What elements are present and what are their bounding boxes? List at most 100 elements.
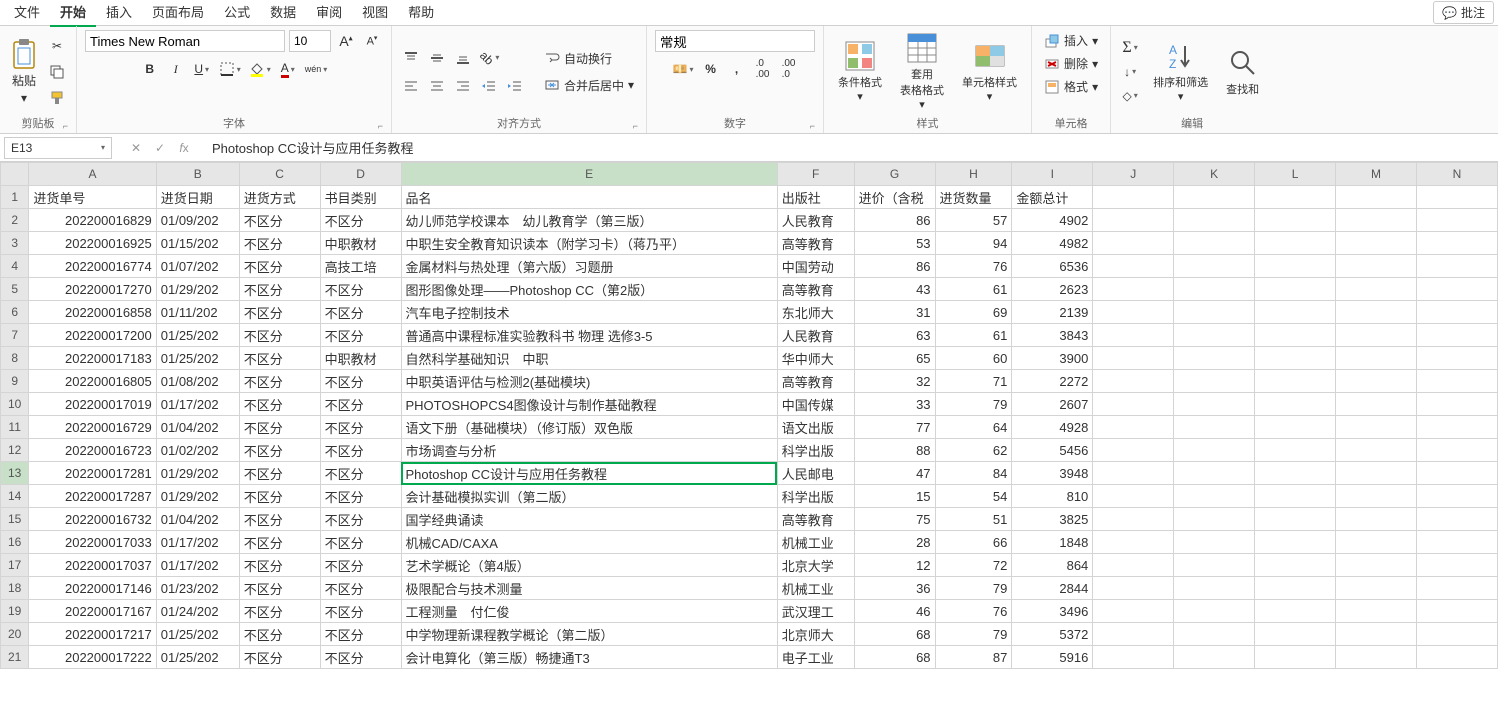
cell-E12[interactable]: 市场调查与分析 (401, 439, 777, 462)
cell-C21[interactable]: 不区分 (239, 646, 320, 669)
cell-F17[interactable]: 北京大学 (777, 554, 854, 577)
decrease-decimal-button[interactable]: .00.0 (778, 58, 800, 80)
col-header-F[interactable]: F (777, 163, 854, 186)
bold-button[interactable]: B (139, 58, 161, 80)
cell-C9[interactable]: 不区分 (239, 370, 320, 393)
cell-M12[interactable] (1336, 439, 1417, 462)
cell-A13[interactable]: 202200017281 (29, 462, 156, 485)
cell-I3[interactable]: 4982 (1012, 232, 1093, 255)
cell-A9[interactable]: 202200016805 (29, 370, 156, 393)
cell-L2[interactable] (1255, 209, 1336, 232)
cell-K1[interactable] (1174, 186, 1255, 209)
autosum-button[interactable]: Σ▾ (1119, 37, 1141, 59)
col-header-E[interactable]: E (401, 163, 777, 186)
row-header-3[interactable]: 3 (1, 232, 29, 255)
cell-E19[interactable]: 工程测量 付仁俊 (401, 600, 777, 623)
cell-G1[interactable]: 进价（含税 (854, 186, 935, 209)
cell-F21[interactable]: 电子工业 (777, 646, 854, 669)
cell-L15[interactable] (1255, 508, 1336, 531)
cell-D20[interactable]: 不区分 (320, 623, 401, 646)
cell-L9[interactable] (1255, 370, 1336, 393)
cell-K7[interactable] (1174, 324, 1255, 347)
dialog-launcher-icon[interactable]: ⌐ (810, 121, 815, 131)
cell-D2[interactable]: 不区分 (320, 209, 401, 232)
cell-M15[interactable] (1336, 508, 1417, 531)
cut-button[interactable]: ✂ (46, 35, 68, 57)
cell-B20[interactable]: 01/25/202 (156, 623, 239, 646)
cell-G10[interactable]: 33 (854, 393, 935, 416)
cell-F1[interactable]: 出版社 (777, 186, 854, 209)
font-color-button[interactable]: A▾ (277, 58, 299, 80)
menu-item-8[interactable]: 帮助 (398, 0, 444, 27)
cell-F19[interactable]: 武汉理工 (777, 600, 854, 623)
cell-D12[interactable]: 不区分 (320, 439, 401, 462)
cell-L12[interactable] (1255, 439, 1336, 462)
cell-A17[interactable]: 202200017037 (29, 554, 156, 577)
cell-A7[interactable]: 202200017200 (29, 324, 156, 347)
cell-C20[interactable]: 不区分 (239, 623, 320, 646)
cell-A8[interactable]: 202200017183 (29, 347, 156, 370)
cell-C3[interactable]: 不区分 (239, 232, 320, 255)
cell-G17[interactable]: 12 (854, 554, 935, 577)
cell-H11[interactable]: 64 (935, 416, 1012, 439)
cell-E2[interactable]: 幼儿师范学校课本 幼儿教育学（第三版） (401, 209, 777, 232)
cell-N12[interactable] (1416, 439, 1497, 462)
cell-K12[interactable] (1174, 439, 1255, 462)
cell-B16[interactable]: 01/17/202 (156, 531, 239, 554)
increase-indent-button[interactable] (504, 75, 526, 97)
cell-N7[interactable] (1416, 324, 1497, 347)
cell-A1[interactable]: 进货单号 (29, 186, 156, 209)
cell-N13[interactable] (1416, 462, 1497, 485)
cell-D17[interactable]: 不区分 (320, 554, 401, 577)
cell-D9[interactable]: 不区分 (320, 370, 401, 393)
cell-H3[interactable]: 94 (935, 232, 1012, 255)
cell-L1[interactable] (1255, 186, 1336, 209)
cell-L21[interactable] (1255, 646, 1336, 669)
cell-B8[interactable]: 01/25/202 (156, 347, 239, 370)
cell-J19[interactable] (1093, 600, 1174, 623)
cell-N14[interactable] (1416, 485, 1497, 508)
cell-K17[interactable] (1174, 554, 1255, 577)
dialog-launcher-icon[interactable]: ⌐ (63, 121, 68, 131)
format-painter-button[interactable] (46, 87, 68, 109)
cell-N5[interactable] (1416, 278, 1497, 301)
cell-E20[interactable]: 中学物理新课程教学概论（第二版） (401, 623, 777, 646)
menu-item-3[interactable]: 页面布局 (142, 0, 214, 27)
sort-filter-button[interactable]: AZ 排序和筛选▾ (1147, 38, 1214, 105)
cell-L7[interactable] (1255, 324, 1336, 347)
cell-F4[interactable]: 中国劳动 (777, 255, 854, 278)
cell-M18[interactable] (1336, 577, 1417, 600)
menu-item-1[interactable]: 开始 (50, 0, 96, 27)
cell-I6[interactable]: 2139 (1012, 301, 1093, 324)
cell-style-button[interactable]: 单元格样式▾ (956, 38, 1023, 105)
cell-H15[interactable]: 51 (935, 508, 1012, 531)
cell-B10[interactable]: 01/17/202 (156, 393, 239, 416)
col-header-A[interactable]: A (29, 163, 156, 186)
col-header-N[interactable]: N (1416, 163, 1497, 186)
cell-J18[interactable] (1093, 577, 1174, 600)
cell-C5[interactable]: 不区分 (239, 278, 320, 301)
cell-D10[interactable]: 不区分 (320, 393, 401, 416)
cell-C17[interactable]: 不区分 (239, 554, 320, 577)
cell-L4[interactable] (1255, 255, 1336, 278)
cell-D19[interactable]: 不区分 (320, 600, 401, 623)
cell-N10[interactable] (1416, 393, 1497, 416)
cell-F13[interactable]: 人民邮电 (777, 462, 854, 485)
cell-G21[interactable]: 68 (854, 646, 935, 669)
cell-K8[interactable] (1174, 347, 1255, 370)
increase-decimal-button[interactable]: .0.00 (752, 58, 774, 80)
phonetic-button[interactable]: wén▾ (303, 58, 330, 80)
cell-B5[interactable]: 01/29/202 (156, 278, 239, 301)
cell-J6[interactable] (1093, 301, 1174, 324)
cell-H17[interactable]: 72 (935, 554, 1012, 577)
cell-J12[interactable] (1093, 439, 1174, 462)
cell-A2[interactable]: 202200016829 (29, 209, 156, 232)
row-header-8[interactable]: 8 (1, 347, 29, 370)
cell-N11[interactable] (1416, 416, 1497, 439)
font-family-select[interactable] (85, 30, 285, 52)
cell-F11[interactable]: 语文出版 (777, 416, 854, 439)
cell-K13[interactable] (1174, 462, 1255, 485)
cell-C4[interactable]: 不区分 (239, 255, 320, 278)
cell-C18[interactable]: 不区分 (239, 577, 320, 600)
cell-M11[interactable] (1336, 416, 1417, 439)
